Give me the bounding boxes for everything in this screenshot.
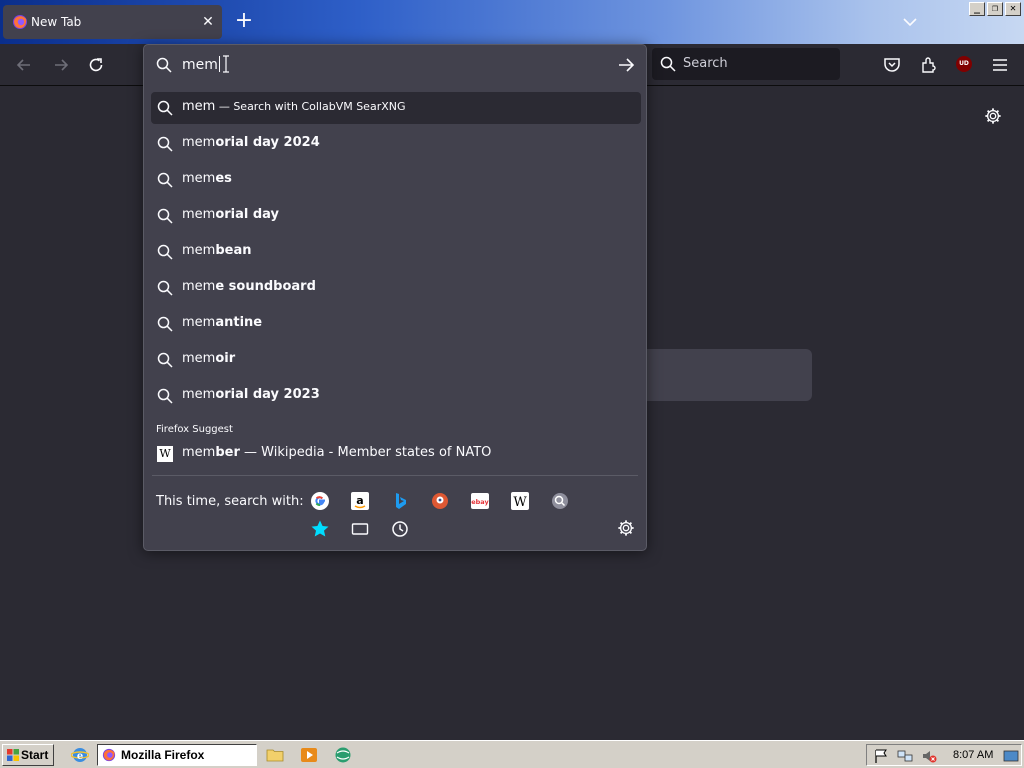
flag-icon[interactable] xyxy=(873,748,889,764)
new-tab-button[interactable]: + xyxy=(233,10,255,32)
text-cursor-icon xyxy=(223,55,229,73)
search-icon xyxy=(157,172,173,188)
suggestion-text: member — Wikipedia - Member states of NA… xyxy=(182,445,492,460)
internet-explorer-icon[interactable]: e xyxy=(71,746,89,764)
windows-flag-icon xyxy=(7,749,19,761)
firefox-icon xyxy=(13,15,27,29)
tabs-icon[interactable] xyxy=(350,519,370,539)
go-arrow-icon[interactable] xyxy=(617,57,635,73)
urlbar-popup: mem mem — Search with CollabVM SearXNG me… xyxy=(143,44,647,551)
suggestion-item[interactable]: membean xyxy=(151,236,641,268)
taskbar-firefox-button[interactable]: Mozilla Firefox xyxy=(97,744,257,766)
history-icon[interactable] xyxy=(390,519,410,539)
bookmarks-icon[interactable] xyxy=(310,519,330,539)
suggestion-text: meme soundboard xyxy=(182,279,316,294)
search-icon xyxy=(157,136,173,152)
svg-text:e: e xyxy=(77,751,83,762)
taskbar-firefox-label: Mozilla Firefox xyxy=(121,748,205,762)
taskbar: Start e Mozilla Firefox 8:07 AM xyxy=(0,740,1024,768)
searxng-icon[interactable] xyxy=(550,491,570,511)
chevron-down-icon[interactable] xyxy=(898,10,922,34)
amazon-icon[interactable]: a xyxy=(350,491,370,511)
forward-icon[interactable] xyxy=(51,55,71,75)
suggestion-item[interactable]: meme soundboard xyxy=(151,272,641,304)
wikipedia-icon[interactable]: W xyxy=(510,491,530,511)
suggestion-item[interactable]: memes xyxy=(151,164,641,196)
suggestion-text: memorial day xyxy=(182,207,280,222)
firefox-suggest-header: Firefox Suggest xyxy=(156,424,233,435)
restore-button[interactable]: ❐ xyxy=(987,2,1003,16)
suggestion-item[interactable]: mem — Search with CollabVM SearXNG xyxy=(151,92,641,124)
search-icon xyxy=(157,316,173,332)
minimize-button[interactable]: _ xyxy=(969,2,985,16)
search-icon xyxy=(157,208,173,224)
search-settings-gear-icon[interactable] xyxy=(617,519,635,537)
search-icon xyxy=(157,280,173,296)
duckduckgo-icon[interactable] xyxy=(430,491,450,511)
menu-icon[interactable] xyxy=(990,55,1010,75)
oneoff-label: This time, search with: xyxy=(156,494,304,509)
suggestion-item[interactable]: memantine xyxy=(151,308,641,340)
media-player-icon[interactable] xyxy=(300,746,318,764)
suggestion-item[interactable]: memorial day 2024 xyxy=(151,128,641,160)
search-icon xyxy=(157,244,173,260)
search-icon xyxy=(157,100,173,116)
pocket-icon[interactable] xyxy=(882,55,902,75)
browser-globe-icon[interactable] xyxy=(334,746,352,764)
search-bar[interactable]: Search xyxy=(652,48,840,80)
search-icon xyxy=(660,56,676,72)
network-icon[interactable] xyxy=(897,748,913,764)
firefox-suggest-item[interactable]: W member — Wikipedia - Member states of … xyxy=(151,438,641,470)
back-icon[interactable] xyxy=(14,55,34,75)
svg-text:ebay: ebay xyxy=(471,498,489,506)
volume-muted-icon[interactable] xyxy=(921,748,937,764)
suggestion-text: memes xyxy=(182,171,232,186)
suggestion-text: memorial day 2023 xyxy=(182,387,320,402)
suggestion-text: membean xyxy=(182,243,252,258)
search-icon xyxy=(157,388,173,404)
system-tray: 8:07 AM xyxy=(866,744,1022,766)
svg-text:a: a xyxy=(356,494,363,507)
show-desktop-icon[interactable] xyxy=(1003,748,1019,764)
suggestion-item[interactable]: memorial day xyxy=(151,200,641,232)
reload-icon[interactable] xyxy=(86,55,106,75)
tab-new-tab[interactable]: New Tab ✕ xyxy=(3,5,222,39)
ublock-origin-icon[interactable]: UD xyxy=(956,56,972,72)
start-button[interactable]: Start xyxy=(2,744,54,766)
suggestion-text: memantine xyxy=(182,315,263,330)
svg-text:W: W xyxy=(513,495,527,510)
gear-icon[interactable] xyxy=(984,107,1002,125)
firefox-icon xyxy=(102,748,116,762)
google-icon[interactable] xyxy=(310,491,330,511)
folder-icon[interactable] xyxy=(266,746,284,764)
suggestion-text: mem — Search with CollabVM SearXNG xyxy=(182,99,406,114)
search-placeholder: Search xyxy=(683,56,728,71)
suggestion-item[interactable]: memorial day 2023 xyxy=(151,380,641,412)
ebay-icon[interactable]: ebay xyxy=(470,491,490,511)
suggestion-item[interactable]: memoir xyxy=(151,344,641,376)
close-tab-icon[interactable]: ✕ xyxy=(199,13,217,31)
close-window-button[interactable]: ✕ xyxy=(1005,2,1021,16)
suggestion-text: memorial day 2024 xyxy=(182,135,320,150)
divider xyxy=(152,475,638,476)
urlbar-input[interactable]: mem xyxy=(182,56,220,74)
clock: 8:07 AM xyxy=(953,749,994,761)
wikipedia-icon: W xyxy=(157,446,173,462)
search-icon xyxy=(156,57,172,73)
suggestion-text: memoir xyxy=(182,351,236,366)
window-controls: _ ❐ ✕ xyxy=(969,2,1021,16)
search-icon xyxy=(157,352,173,368)
page-search-box[interactable] xyxy=(640,349,812,401)
urlbar-input-row[interactable]: mem xyxy=(144,45,646,85)
start-label: Start xyxy=(21,748,49,762)
tab-title: New Tab xyxy=(31,15,82,29)
title-bar: New Tab ✕ + _ ❐ ✕ xyxy=(0,0,1024,44)
extensions-icon[interactable] xyxy=(919,55,939,75)
bing-icon[interactable] xyxy=(390,491,410,511)
